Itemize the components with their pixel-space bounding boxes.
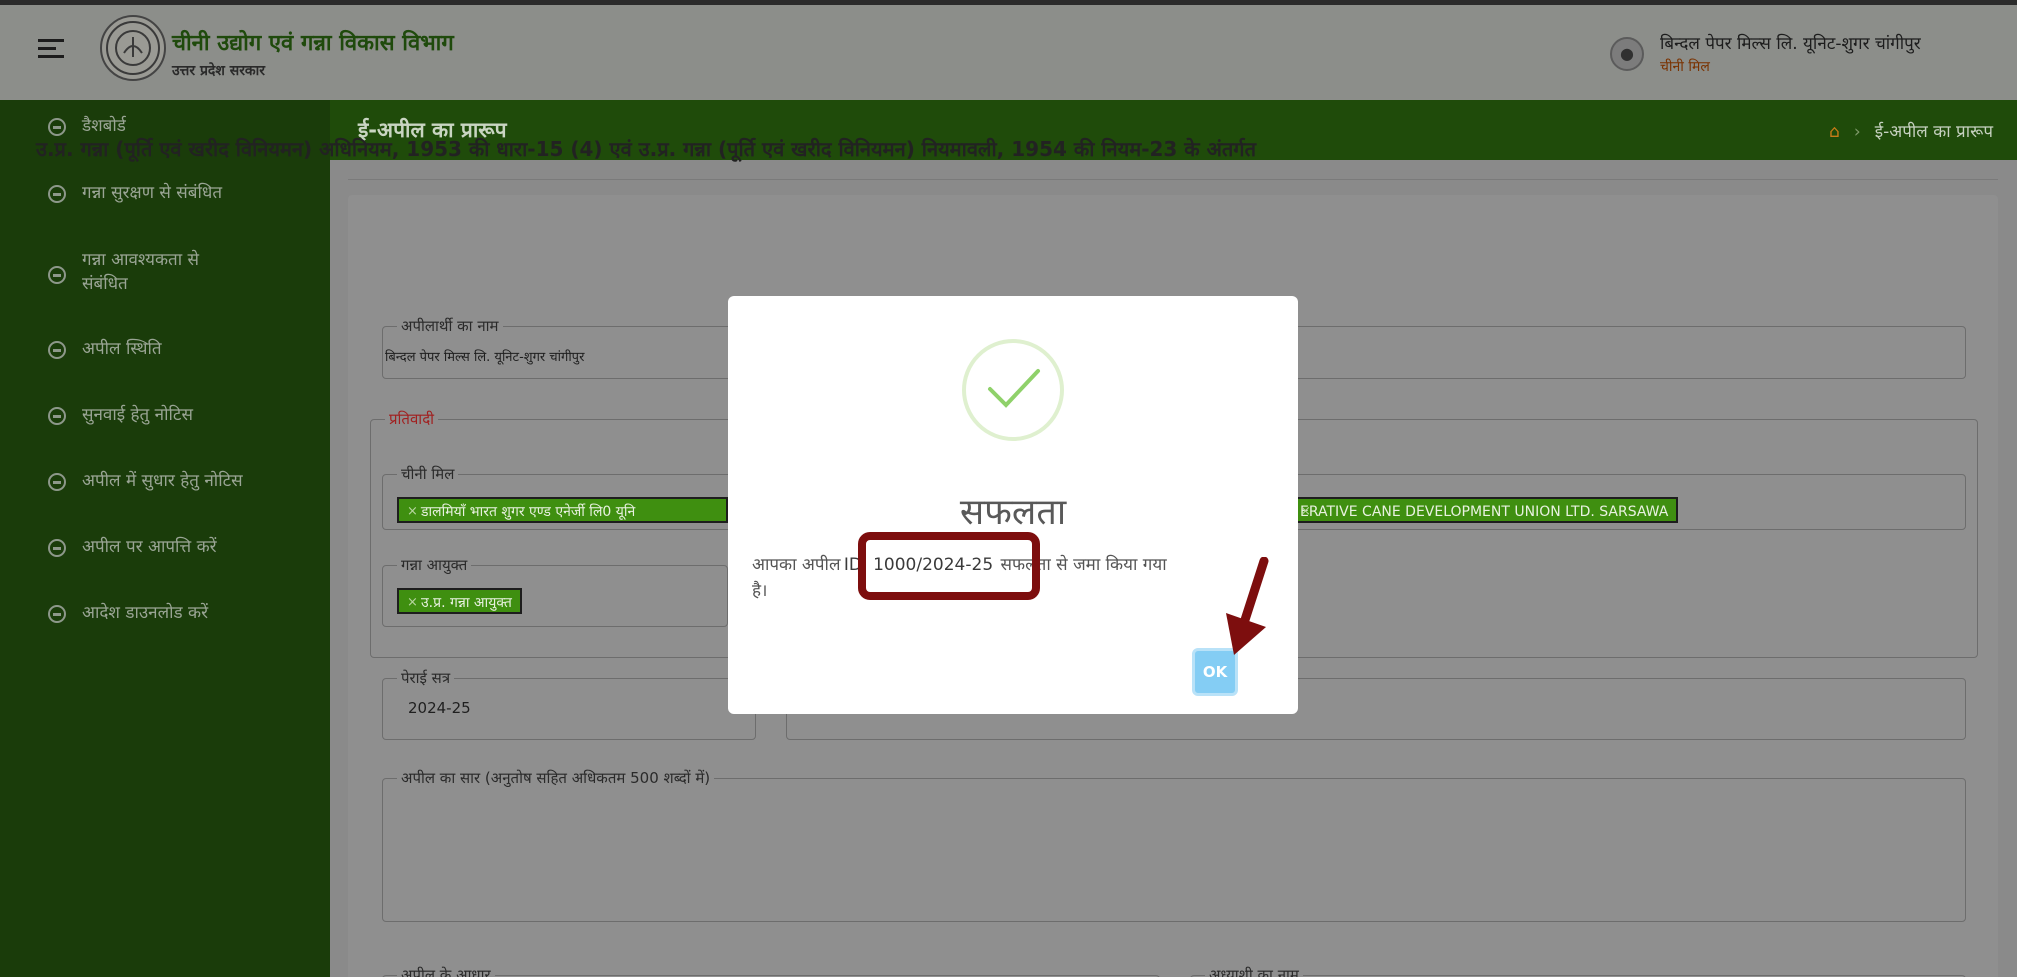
menu-item-icon <box>48 266 66 284</box>
message-prefix: आपका अपील <box>752 555 841 575</box>
department-title: चीनी उद्योग एवं गन्ना विकास विभाग <box>172 31 454 56</box>
breadcrumb: ⌂ › ई-अपील का प्रारूप <box>1829 119 1993 142</box>
sugar-mill-label: चीनी मिल <box>401 465 455 483</box>
sidebar-item-label: अपील पर आपत्ति करें <box>82 537 217 557</box>
form-heading: उ.प्र. गन्ना (पूर्ति एवं खरीद विनियमन) अ… <box>36 137 1256 161</box>
government-emblem-logo <box>100 15 166 81</box>
appeal-grounds-label: अपील के आधार <box>401 966 491 977</box>
appellant-name-value: बिन्दल पेपर मिल्स लि. यूनिट-शुगर चांगीपु… <box>385 350 585 365</box>
sidebar-item-label: सुनवाई हेतु नोटिस <box>82 405 193 425</box>
success-modal: सफलता आपका अपील ID: 1000/2024-25 सफलता स… <box>728 296 1298 714</box>
sugar-mill-tag[interactable]: डालमियाँ भारत शुगर एण्ड एनेर्जी लि0 यूनि <box>397 497 728 523</box>
menu-item-icon <box>48 185 66 203</box>
sidebar-item-label: गन्ना सुरक्षण से संबंधित <box>82 183 223 203</box>
cane-commissioner-tag[interactable]: उ.प्र. गन्ना आयुक्त <box>397 588 522 616</box>
app-window: चीनी उद्योग एवं गन्ना विकास विभाग उत्तर … <box>0 5 2017 977</box>
respondent-legend: प्रतिवादी <box>389 410 435 428</box>
appeal-summary-label: अपील का सार (अनुतोष सहित अधिकतम 500 शब्द… <box>401 769 711 787</box>
cane-commissioner-label: गन्ना आयुक्त <box>401 556 468 574</box>
applicant-name-label: अध्याशी का नाम <box>1209 966 1299 977</box>
appellant-name-label: अपीलार्थी का नाम <box>401 317 499 335</box>
sidebar: डैशबोर्ड गन्ना सुरक्षण से संबंधित गन्ना … <box>0 100 330 977</box>
breadcrumb-current: ई-अपील का प्रारूप <box>1874 122 1993 142</box>
applicant-name-field[interactable]: अध्याशी का नाम <box>1190 965 1966 977</box>
menu-item-icon <box>48 539 66 557</box>
top-header: चीनी उद्योग एवं गन्ना विकास विभाग उत्तर … <box>0 5 2017 100</box>
appeal-grounds-field[interactable]: अपील के आधार <box>382 965 1160 977</box>
dashboard-icon <box>48 118 66 136</box>
sidebar-item-label-line2: संबंधित <box>82 274 128 294</box>
department-subtitle: उत्तर प्रदेश सरकार <box>172 63 266 79</box>
user-role: चीनी मिल <box>1660 59 1710 75</box>
menu-item-icon <box>48 473 66 491</box>
crushing-season-label: पेराई सत्र <box>401 669 451 687</box>
modal-title: सफलता <box>959 492 1067 533</box>
heading-divider <box>348 179 1998 180</box>
sidebar-item-label: आदेश डाउनलोड करें <box>82 603 209 623</box>
cane-union-tag[interactable]: ERATIVE CANE DEVELOPMENT UNION LTD. SARS… <box>1290 497 1679 525</box>
menu-item-icon <box>48 407 66 425</box>
user-name[interactable]: बिन्दल पेपर मिल्स लि. यूनिट-शुगर चांगीपु… <box>1660 31 1921 54</box>
user-avatar-icon[interactable]: ● <box>1610 37 1644 71</box>
sidebar-item-label: अपील स्थिति <box>82 339 162 359</box>
hamburger-menu-icon[interactable] <box>38 39 64 61</box>
message-line2: है। <box>752 581 768 601</box>
menu-item-icon <box>48 605 66 623</box>
home-icon[interactable]: ⌂ <box>1829 122 1840 142</box>
menu-item-icon <box>48 341 66 359</box>
sidebar-item-label: अपील में सुधार हेतु नोटिस <box>82 471 243 491</box>
appeal-summary-textarea[interactable]: अपील का सार (अनुतोष सहित अधिकतम 500 शब्द… <box>382 768 1966 922</box>
crushing-season-value: 2024-25 <box>408 699 471 717</box>
id-highlight-annotation <box>858 532 1040 600</box>
breadcrumb-separator: › <box>1853 122 1861 142</box>
pointer-arrow-annotation <box>1226 557 1269 655</box>
sidebar-item-label: गन्ना आवश्यकता से <box>82 250 200 270</box>
success-check-icon <box>962 339 1064 441</box>
